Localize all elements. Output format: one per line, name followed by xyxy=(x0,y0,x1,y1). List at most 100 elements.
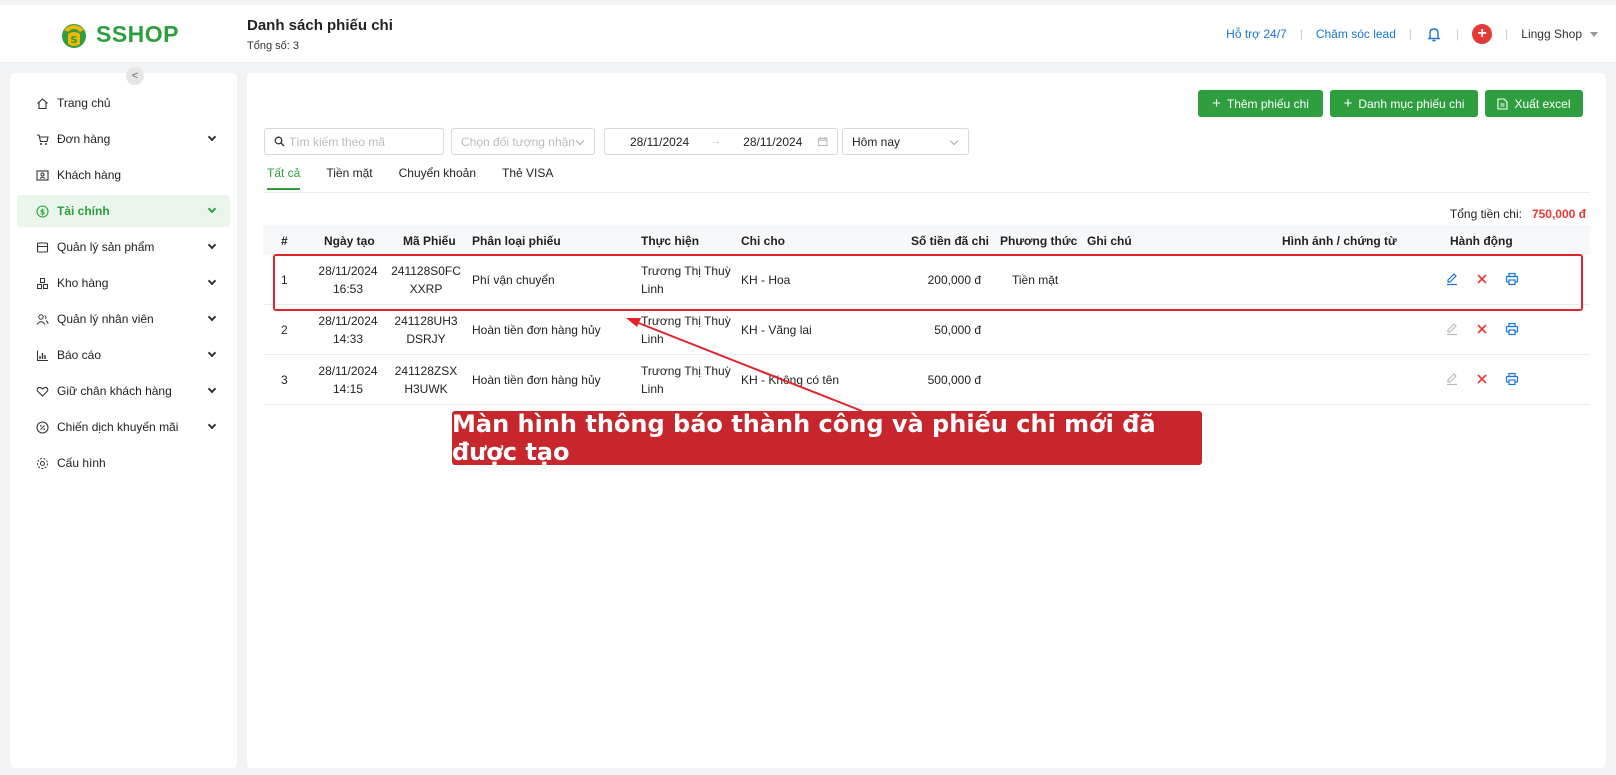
sidebar-item-finance[interactable]: $ Tài chính xyxy=(17,195,230,227)
chart-icon xyxy=(37,350,48,361)
sidebar-item-label: Khách hàng xyxy=(57,168,122,182)
col-method: Phương thức xyxy=(1000,234,1078,248)
chevron-down-icon xyxy=(207,204,217,214)
recipient-select[interactable]: Chọn đối tượng nhận xyxy=(451,128,595,155)
chevron-down-icon xyxy=(207,312,217,322)
row-performed-by: Trương Thị Thuỳ Linh xyxy=(641,314,731,346)
print-icon[interactable] xyxy=(1505,372,1519,386)
edit-icon[interactable] xyxy=(1445,372,1459,386)
row-index: 2 xyxy=(281,323,288,337)
print-icon[interactable] xyxy=(1505,322,1519,336)
home-icon xyxy=(37,97,48,109)
col-actions: Hành động xyxy=(1450,234,1513,248)
sidebar-item-staff[interactable]: Quản lý nhân viên xyxy=(17,303,230,335)
brand-logo[interactable]: S SSHOP xyxy=(58,18,179,50)
settings-icon xyxy=(37,457,48,469)
col-amount: Số tiền đã chi xyxy=(911,234,990,248)
tab-cash[interactable]: Tiền mặt xyxy=(326,166,372,190)
user-menu[interactable]: Lingg Shop xyxy=(1521,27,1582,41)
table-row[interactable]: 2 28/11/2024 14:33 241128UH3 DSRJY Hoàn ti… xyxy=(263,305,1590,355)
header-divider: | xyxy=(1456,27,1460,41)
sidebar-item-home[interactable]: Trang chủ xyxy=(17,87,230,119)
date-to[interactable]: 28/11/2024 xyxy=(743,135,802,149)
page-title: Danh sách phiếu chi xyxy=(247,17,393,34)
warehouse-icon xyxy=(37,277,48,289)
lead-care-link[interactable]: Chăm sóc lead xyxy=(1316,27,1396,41)
support-link[interactable]: Hỗ trợ 24/7 xyxy=(1226,27,1287,41)
sidebar-item-label: Chiến dịch khuyến mãi xyxy=(57,420,179,434)
date-range-picker[interactable]: 28/11/2024 → 28/11/2024 xyxy=(604,128,838,155)
sidebar-item-orders[interactable]: Đơn hàng xyxy=(17,123,230,155)
sidebar-item-label: Kho hàng xyxy=(57,276,109,290)
sidebar-item-warehouse[interactable]: Kho hàng xyxy=(17,267,230,299)
chevron-down-icon xyxy=(207,384,217,394)
tab-all[interactable]: Tất cả xyxy=(267,166,301,190)
sidebar-item-label: Trang chủ xyxy=(57,96,111,110)
col-note: Ghi chú xyxy=(1087,234,1132,248)
row-type: Hoàn tiền đơn hàng hủy xyxy=(472,323,601,337)
total-expense: Tổng tiền chi: 750,000 đ xyxy=(1450,207,1586,221)
cart-icon xyxy=(37,133,49,145)
sidebar-item-reports[interactable]: Báo cáo xyxy=(17,339,230,371)
discount-icon xyxy=(36,420,49,434)
row-date: 28/11/2024 14:33 xyxy=(318,314,378,346)
sidebar-item-label: Quản lý nhân viên xyxy=(57,312,154,326)
dollar-icon: $ xyxy=(36,204,49,218)
sidebar-item-retention[interactable]: Giữ chân khách hàng xyxy=(17,375,230,407)
chevron-down-icon xyxy=(949,136,959,146)
add-circle-icon[interactable]: + xyxy=(1472,24,1493,44)
col-index: # xyxy=(281,234,288,248)
logo-icon: S xyxy=(62,24,86,48)
col-type: Phân loại phiếu xyxy=(472,234,561,248)
delete-icon[interactable] xyxy=(1475,372,1489,386)
export-excel-button[interactable]: Xuất excel xyxy=(1485,90,1583,117)
sidebar-item-products[interactable]: Quản lý sản phẩm xyxy=(17,231,230,263)
header-divider: | xyxy=(1299,27,1303,41)
sidebar-item-label: Tài chính xyxy=(57,204,110,218)
sidebar-item-label: Báo cáo xyxy=(57,348,102,362)
file-icon xyxy=(1497,97,1509,110)
chevron-down-icon xyxy=(207,132,217,142)
calendar-icon xyxy=(818,137,828,147)
chevron-down-icon xyxy=(207,276,217,286)
tab-visa[interactable]: Thẻ VISA xyxy=(502,166,553,190)
svg-text:$: $ xyxy=(40,207,46,216)
bell-icon[interactable] xyxy=(1425,25,1443,43)
period-select[interactable]: Hôm nay xyxy=(842,128,969,155)
row-amount: 50,000 đ xyxy=(934,323,981,337)
table-row[interactable]: 3 28/11/2024 14:15 241128ZSX H3UWK Hoàn ti… xyxy=(263,355,1590,405)
chevron-down-icon xyxy=(207,348,217,358)
chevron-down-icon[interactable] xyxy=(1590,31,1598,37)
col-paid-to: Chi cho xyxy=(741,234,785,248)
sidebar-item-settings[interactable]: Cấu hình xyxy=(17,447,230,479)
add-expense-button[interactable]: + Thêm phiếu chi xyxy=(1198,90,1323,117)
search-placeholder: Tìm kiếm theo mã xyxy=(289,134,386,149)
sidebar-item-label: Đơn hàng xyxy=(57,132,111,146)
total-label: Tổng tiền chi: xyxy=(1449,207,1522,221)
sidebar-item-promotions[interactable]: Chiến dịch khuyến mãi xyxy=(17,411,230,443)
date-from[interactable]: 28/11/2024 xyxy=(630,135,689,149)
col-date: Ngày tạo xyxy=(324,234,375,248)
search-icon xyxy=(274,136,285,147)
brand-name: SSHOP xyxy=(96,20,180,47)
table-header: # Ngày tạo Mã Phiếu Phân loại phiếu Thực… xyxy=(263,225,1590,255)
annotation-callout: Màn hình thông báo thành công và phiếu c… xyxy=(452,410,1202,466)
box-icon xyxy=(36,241,49,253)
plus-icon: + xyxy=(1212,95,1221,112)
row-amount: 500,000 đ xyxy=(927,373,981,387)
sidebar-item-label: Giữ chân khách hàng xyxy=(57,384,172,398)
collapse-sidebar-button[interactable]: < xyxy=(126,67,144,85)
edit-icon[interactable] xyxy=(1445,322,1459,336)
delete-icon[interactable] xyxy=(1475,322,1489,336)
header-divider: | xyxy=(1505,27,1509,41)
plus-icon: + xyxy=(1343,95,1353,112)
search-input[interactable]: Tìm kiếm theo mã xyxy=(264,128,444,155)
expense-category-button[interactable]: + Danh mục phiếu chi xyxy=(1330,90,1478,117)
top-header: S SSHOP Danh sách phiếu chi Tổng số: 3 H… xyxy=(0,5,1616,63)
sidebar-item-customers[interactable]: Khách hàng xyxy=(17,159,230,191)
sidebar-item-label: Quản lý sản phẩm xyxy=(57,240,155,254)
row-type: Hoàn tiền đơn hàng hủy xyxy=(472,373,601,387)
tab-transfer[interactable]: Chuyển khoản xyxy=(399,166,476,190)
record-count: Tổng số: 3 xyxy=(247,40,299,52)
row-code: 241128UH3 DSRJY xyxy=(394,314,458,346)
